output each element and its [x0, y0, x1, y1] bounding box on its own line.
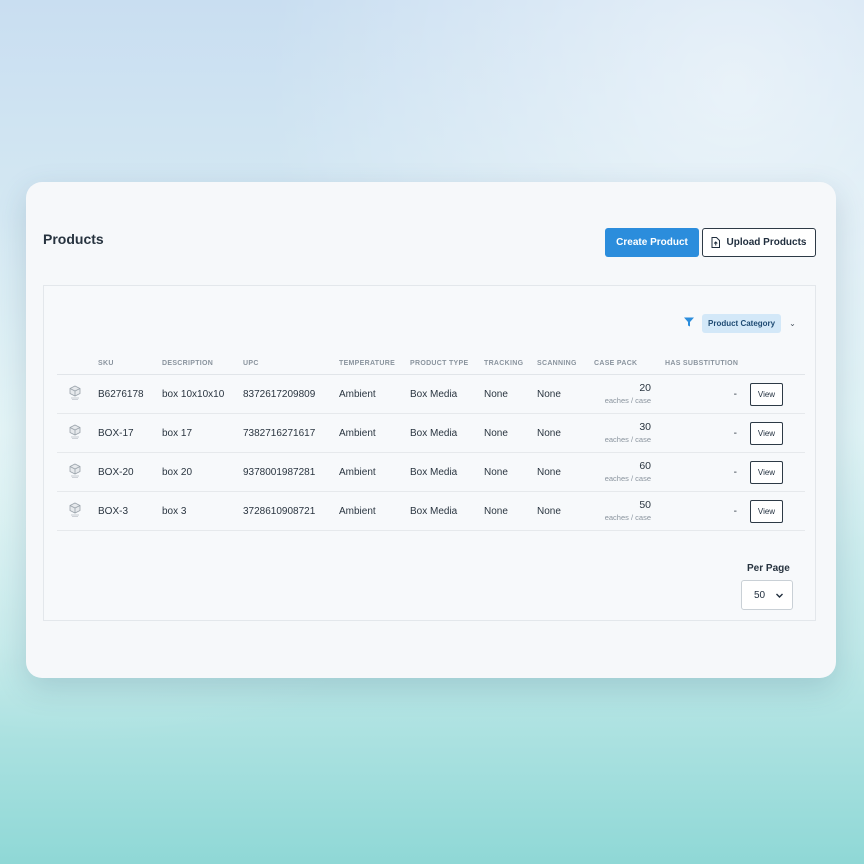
tracking-cell: None [484, 413, 537, 453]
filter-bar: Product Category ⌄ [684, 313, 796, 333]
sku-cell: BOX-3 [98, 491, 162, 531]
scanning-cell: None [537, 413, 594, 453]
scanning-cell: None [537, 491, 594, 531]
case-pack-cell: 30 eaches / case [594, 413, 651, 453]
case-pack-column-header[interactable]: CASE PACK [594, 352, 651, 375]
table-row[interactable]: BOX-3 box 3 3728610908721 Ambient Box Me… [57, 491, 805, 531]
case-pack-cell: 20 eaches / case [594, 374, 651, 414]
scanning-cell: None [537, 452, 594, 492]
sku-cell: B6276178 [98, 374, 162, 414]
tracking-column-header[interactable]: TRACKING [484, 352, 537, 375]
table-row[interactable]: BOX-17 box 17 7382716271617 Ambient Box … [57, 413, 805, 453]
temperature-column-header[interactable]: TEMPERATURE [339, 352, 410, 375]
create-product-button[interactable]: Create Product [605, 228, 699, 257]
temperature-cell: Ambient [339, 491, 410, 531]
products-card: Products Create Product Upload Products … [26, 182, 836, 678]
view-button[interactable]: View [750, 460, 783, 484]
description-cell: box 10x10x10 [162, 374, 243, 414]
upc-cell: 3728610908721 [243, 491, 339, 531]
sku-cell: BOX-20 [98, 452, 162, 492]
case-pack-value: 50 [639, 499, 651, 511]
products-panel: Product Category ⌄ SKU DESCRIPTION UPC T… [43, 285, 816, 621]
per-page-value: 50 [754, 589, 766, 601]
table-row[interactable]: BOX-20 box 20 9378001987281 Ambient Box … [57, 452, 805, 492]
box-icon [69, 424, 98, 442]
view-button[interactable]: View [750, 499, 783, 523]
file-upload-icon [711, 237, 721, 248]
view-button[interactable]: View [750, 421, 783, 445]
case-pack-unit: eaches / case [604, 474, 651, 483]
product-type-cell: Box Media [410, 452, 484, 492]
description-cell: box 3 [162, 491, 243, 531]
has-substitution-cell: - [651, 374, 737, 414]
has-substitution-column-header[interactable]: HAS SUBSTITUTION [651, 352, 738, 375]
temperature-cell: Ambient [339, 413, 410, 453]
case-pack-unit: eaches / case [604, 513, 651, 522]
temperature-cell: Ambient [339, 452, 410, 492]
has-substitution-cell: - [651, 413, 737, 453]
tracking-cell: None [484, 491, 537, 531]
description-column-header[interactable]: DESCRIPTION [162, 352, 243, 375]
case-pack-cell: 50 eaches / case [594, 491, 651, 531]
product-type-cell: Box Media [410, 374, 484, 414]
sku-column-header[interactable]: SKU [98, 352, 162, 375]
upc-cell: 9378001987281 [243, 452, 339, 492]
case-pack-cell: 60 eaches / case [594, 452, 651, 492]
table-header-row: SKU DESCRIPTION UPC TEMPERATURE PRODUCT … [57, 352, 805, 375]
chevron-down-icon [775, 591, 784, 603]
product-type-cell: Box Media [410, 491, 484, 531]
upload-products-button[interactable]: Upload Products [702, 228, 816, 257]
icon-column-header [57, 352, 98, 375]
has-substitution-cell: - [651, 452, 737, 492]
chevron-down-icon[interactable]: ⌄ [789, 319, 796, 328]
page-title: Products [43, 231, 104, 247]
product-type-column-header[interactable]: PRODUCT TYPE [410, 352, 484, 375]
filter-icon[interactable] [684, 314, 694, 332]
sku-cell: BOX-17 [98, 413, 162, 453]
upc-column-header[interactable]: UPC [243, 352, 339, 375]
products-table: SKU DESCRIPTION UPC TEMPERATURE PRODUCT … [57, 352, 805, 531]
scanning-column-header[interactable]: SCANNING [537, 352, 594, 375]
box-icon [69, 385, 98, 403]
view-button[interactable]: View [750, 382, 783, 406]
upload-products-label: Upload Products [726, 237, 807, 248]
table-row[interactable]: B6276178 box 10x10x10 8372617209809 Ambi… [57, 374, 805, 414]
tracking-cell: None [484, 374, 537, 414]
case-pack-unit: eaches / case [604, 396, 651, 405]
temperature-cell: Ambient [339, 374, 410, 414]
case-pack-value: 20 [639, 382, 651, 394]
per-page-select[interactable]: 50 [741, 580, 793, 610]
case-pack-value: 60 [639, 460, 651, 472]
tracking-cell: None [484, 452, 537, 492]
box-icon [69, 463, 98, 481]
scanning-cell: None [537, 374, 594, 414]
upc-cell: 7382716271617 [243, 413, 339, 453]
has-substitution-cell: - [651, 491, 737, 531]
per-page-label: Per Page [747, 563, 790, 574]
product-category-filter[interactable]: Product Category [702, 313, 782, 333]
upc-cell: 8372617209809 [243, 374, 339, 414]
description-cell: box 17 [162, 413, 243, 453]
case-pack-value: 30 [639, 421, 651, 433]
product-type-cell: Box Media [410, 413, 484, 453]
case-pack-unit: eaches / case [604, 435, 651, 444]
action-column-header [737, 352, 805, 375]
description-cell: box 20 [162, 452, 243, 492]
box-icon [69, 502, 98, 520]
